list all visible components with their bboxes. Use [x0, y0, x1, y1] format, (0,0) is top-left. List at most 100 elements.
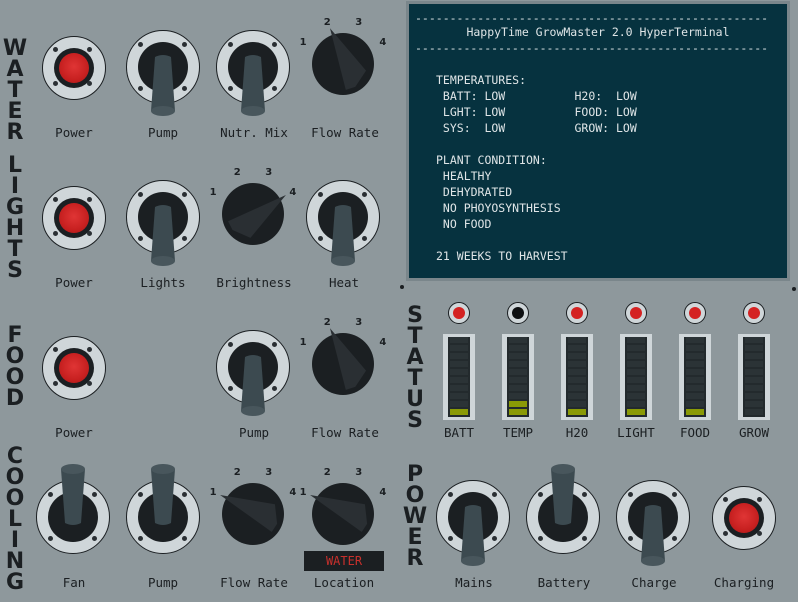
- meter-segment: [568, 393, 586, 399]
- screw-icon: [138, 536, 143, 541]
- status-meter-food: [679, 334, 711, 420]
- temperature-row: LGHT: LOW FOOD: LOW: [436, 105, 637, 119]
- meter-segment: [450, 337, 468, 343]
- lights-brightness-knob[interactable]: 1 2 3 4: [203, 150, 303, 250]
- knob-tick-label: 1: [210, 487, 217, 498]
- meter-segment: [568, 369, 586, 375]
- toggle-lever-icon: [151, 55, 175, 116]
- food-power-button[interactable]: [42, 336, 106, 400]
- screw-icon: [362, 192, 367, 197]
- screw-icon: [53, 81, 58, 86]
- water-flow-rate-knob[interactable]: 1 2 3 4: [293, 0, 393, 100]
- lights-brightness-label: Brightness: [216, 275, 292, 290]
- knob-tick-label: 1: [300, 487, 307, 498]
- lights-heat-toggle[interactable]: [306, 180, 380, 266]
- meter-segment: [568, 401, 586, 407]
- screw-icon: [87, 197, 92, 202]
- screw-icon: [538, 536, 543, 541]
- food-pump-label: Pump: [238, 425, 270, 440]
- food-flow-rate-knob[interactable]: 1 2 3 4: [293, 300, 393, 400]
- meter-segment: [686, 353, 704, 359]
- food-pump-toggle[interactable]: [216, 330, 290, 416]
- water-pump-toggle[interactable]: [126, 30, 200, 116]
- knob-tick-label: 3: [355, 467, 362, 478]
- hyperterminal-screen: ----------------------------------------…: [406, 1, 790, 281]
- cooling-flow-rate-knob[interactable]: 1234: [203, 450, 303, 550]
- section-label-lights: LIGHTS: [5, 153, 25, 283]
- knob-dial-icon: 1 2 3 4: [300, 317, 386, 395]
- cooling-fan-toggle[interactable]: [36, 464, 110, 554]
- temperatures-heading: TEMPERATURES:: [436, 73, 527, 87]
- panel-screw-dot: [400, 285, 404, 289]
- knob-tick-label: 2: [234, 167, 241, 178]
- status-meter-label: LIGHT: [617, 425, 655, 440]
- location-display: WATER: [304, 551, 384, 571]
- screw-icon: [723, 531, 728, 536]
- lights-power-button[interactable]: [42, 186, 106, 250]
- screw-icon: [757, 531, 762, 536]
- meter-segment: [745, 409, 763, 415]
- power-charge-toggle[interactable]: [616, 480, 690, 566]
- water-nutr-mix-toggle[interactable]: [216, 30, 290, 116]
- meter-segment: [686, 377, 704, 383]
- power-battery-toggle[interactable]: [526, 464, 600, 554]
- status-meter-batt: [443, 334, 475, 420]
- power-lamp-icon: [59, 53, 89, 83]
- knob-tick-label: 1: [210, 187, 217, 198]
- knob-tick-label: 1: [300, 337, 307, 348]
- section-label-cooling: COOLING: [5, 444, 25, 595]
- cooling-location-label: Location: [313, 575, 375, 590]
- screw-icon: [87, 347, 92, 352]
- screw-icon: [672, 492, 677, 497]
- meter-segment: [450, 377, 468, 383]
- lights-lights-toggle[interactable]: [126, 180, 200, 266]
- toggle-lever-icon: [241, 355, 265, 416]
- meter-segment: [450, 369, 468, 375]
- knob-tick-label: 4: [379, 37, 386, 48]
- plant-condition-item: DEHYDRATED: [436, 185, 513, 199]
- meter-segment: [686, 369, 704, 375]
- section-label-power: POWER: [402, 462, 428, 571]
- cooling-location-knob[interactable]: 1 2 3 4: [293, 450, 393, 550]
- water-flow-rate-label: Flow Rate: [311, 125, 379, 140]
- water-power-button[interactable]: [42, 36, 106, 100]
- meter-segment: [627, 337, 645, 343]
- cooling-fan-label: Fan: [62, 575, 86, 590]
- temperatures-list: BATT: LOW H20: LOW LGHT: LOW FOOD: LOW S…: [436, 88, 637, 136]
- water-pump-label: Pump: [147, 125, 179, 140]
- meter-segment: [568, 337, 586, 343]
- knob-tick-label: 2: [324, 317, 331, 328]
- status-meter-light: [620, 334, 652, 420]
- power-mains-toggle[interactable]: [436, 480, 510, 566]
- screw-icon: [53, 197, 58, 202]
- meter-segment: [627, 409, 645, 415]
- screw-icon: [53, 381, 58, 386]
- screw-icon: [628, 492, 633, 497]
- screw-icon: [228, 342, 233, 347]
- lights-lights-label: Lights: [140, 275, 186, 290]
- power-charging-label: Charging: [713, 575, 775, 590]
- screw-icon: [272, 342, 277, 347]
- power-battery-label: Battery: [537, 575, 591, 590]
- status-led-batt: [448, 302, 470, 324]
- knob-tick-label: 4: [379, 487, 386, 498]
- meter-segment: [568, 353, 586, 359]
- meter-segment: [627, 361, 645, 367]
- knob-dial-icon: 1 2 3 4: [300, 467, 386, 545]
- status-meter-label: GROW: [738, 425, 770, 440]
- panel-screw-dot: [792, 287, 796, 291]
- screw-icon: [53, 347, 58, 352]
- section-label-status: STATUS: [406, 303, 424, 433]
- cooling-flow-rate-label: Flow Rate: [220, 575, 288, 590]
- cooling-pump-toggle[interactable]: [126, 464, 200, 554]
- section-label-food: FOOD: [5, 323, 25, 411]
- knob-tick-label: 3: [355, 17, 362, 28]
- knob-tick-label: 4: [379, 337, 386, 348]
- temperature-row: BATT: LOW H20: LOW: [436, 89, 637, 103]
- screw-icon: [182, 536, 187, 541]
- meter-segment: [450, 361, 468, 367]
- status-meter-h20: [561, 334, 593, 420]
- meter-segment: [627, 377, 645, 383]
- screw-icon: [448, 492, 453, 497]
- meter-segment: [745, 393, 763, 399]
